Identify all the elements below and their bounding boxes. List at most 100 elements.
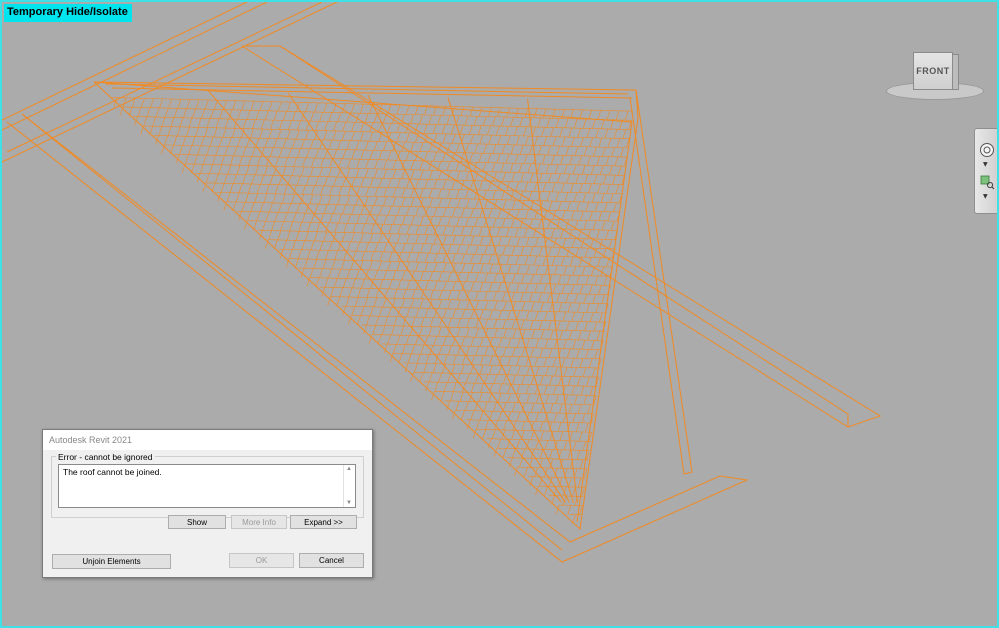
ok-button[interactable]: OK (229, 553, 294, 568)
roof-tile-joint (562, 238, 567, 248)
roof-tile-joint (581, 339, 586, 350)
roof-tile-joint (330, 287, 335, 297)
roof-tile-joint (410, 114, 414, 124)
roof-tile-joint (205, 173, 210, 183)
roof-tile-joint (447, 345, 452, 355)
roof-tile-joint (460, 364, 465, 374)
roof-tile-joint (366, 315, 370, 326)
message-scrollbar[interactable]: ▲ ▼ (343, 465, 355, 507)
roof-tile-joint (590, 238, 594, 249)
expand-button[interactable]: Expand >> (290, 515, 357, 529)
roof-tile-joint (378, 306, 383, 317)
roof-tile-course (320, 286, 610, 295)
roof-tile-joint (192, 108, 196, 118)
steering-wheel-icon[interactable] (978, 141, 995, 158)
roof-tile-joint (493, 319, 498, 329)
roof-tile-joint (236, 165, 241, 175)
roof-tile-joint (209, 164, 213, 174)
roof-tile-joint (474, 189, 478, 200)
scroll-down-icon[interactable]: ▼ (346, 500, 352, 506)
scroll-up-icon[interactable]: ▲ (346, 466, 352, 472)
roof-tile-joint (523, 154, 528, 164)
roof-tile-joint (521, 448, 525, 458)
roof-tile-joint (374, 141, 378, 151)
roof-tile-joint (415, 234, 420, 244)
roof-tile-joint (595, 303, 600, 313)
roof-tile-joint (469, 152, 474, 163)
roof-tile-joint (530, 449, 535, 459)
zoom-icon[interactable] (978, 173, 995, 190)
roof-tile-joint (318, 194, 323, 205)
roof-tile-joint (230, 155, 234, 165)
roof-tile-joint (542, 154, 546, 164)
steering-wheel-dropdown-icon[interactable]: ▼ (983, 161, 988, 168)
roof-tile-joint (283, 212, 288, 222)
roof-tile-joint (606, 110, 611, 120)
roof-tile-joint (503, 328, 507, 338)
roof-tile-joint (300, 166, 305, 177)
roof-tile-joint (535, 412, 539, 422)
roof-tile-joint (352, 223, 357, 233)
roof-tile-joint (484, 199, 488, 209)
roof-tile-joint (179, 145, 183, 155)
zoom-dropdown-icon[interactable]: ▼ (983, 193, 988, 200)
view-cube-side-face[interactable] (952, 54, 959, 90)
roof-tile-joint (484, 300, 489, 310)
cancel-button[interactable]: Cancel (299, 553, 364, 568)
roof-tile-joint (405, 335, 410, 345)
roof-tile-joint (237, 109, 242, 120)
error-message-box[interactable]: The roof cannot be joined. ▲ ▼ (58, 464, 356, 508)
roof-tile-joint (342, 149, 347, 159)
roof-tile-joint (500, 162, 505, 173)
roof-tile-joint (215, 146, 220, 156)
roof-tile-joint (387, 150, 392, 160)
roof-tile-joint (204, 99, 209, 110)
roof-tile-joint (342, 121, 346, 132)
roof-tile-joint (288, 148, 292, 158)
roof-tile-joint (272, 193, 277, 203)
roof-tile-joint (360, 177, 365, 187)
roof-tile-joint (420, 344, 425, 355)
show-button[interactable]: Show (168, 515, 226, 529)
roof-tile-joint (369, 122, 374, 132)
roof-tile-joint (497, 208, 502, 219)
roof-tile-joint (393, 344, 397, 354)
roof-tile-joint (311, 185, 315, 195)
roof-tile-joint (586, 128, 591, 138)
roof-tile-joint (512, 328, 517, 339)
roof-tile-joint (575, 247, 579, 257)
roof-tile-joint (573, 192, 578, 202)
roof-tile-joint (437, 161, 442, 171)
roof-tile-joint (324, 204, 328, 214)
roof-tile-joint (338, 213, 342, 224)
roof-tile-joint (392, 187, 397, 197)
roof-tile-joint (452, 253, 456, 263)
roof-tile-joint (400, 325, 405, 336)
view-cube-front-face[interactable]: FRONT (913, 52, 953, 90)
roof-tile-joint (442, 133, 447, 143)
roof-tile-joint (415, 261, 419, 272)
roof-tile-joint (292, 240, 296, 250)
roof-tile-joint (384, 316, 389, 326)
roof-tile-joint (525, 237, 530, 247)
drawing-viewport[interactable]: Temporary Hide/Isolate FRONT ▼ ▼ Autodes… (0, 0, 999, 628)
roof-tile-joint (537, 117, 542, 128)
roof-tile-joint (572, 164, 577, 175)
unjoin-elements-button[interactable]: Unjoin Elements (52, 554, 171, 569)
roof-tile-joint (438, 372, 442, 383)
roof-tile-joint (465, 143, 469, 153)
roof-tile-joint (471, 355, 475, 365)
roof-tile-joint (337, 269, 342, 279)
view-cube[interactable]: FRONT (882, 46, 986, 102)
more-info-button[interactable]: More Info (231, 515, 287, 529)
roof-tile-joint (451, 226, 456, 236)
roof-tile-joint (346, 112, 351, 123)
roof-tile-joint (502, 319, 507, 329)
roof-tile-joint (306, 148, 310, 158)
roof-tile-joint (442, 207, 447, 217)
roof-tile-joint (410, 188, 415, 198)
roof-tile-joint (608, 239, 613, 249)
roof-tile-joint (455, 115, 460, 125)
roof-tile-joint (337, 195, 341, 205)
roof-tile-joint (406, 178, 410, 189)
